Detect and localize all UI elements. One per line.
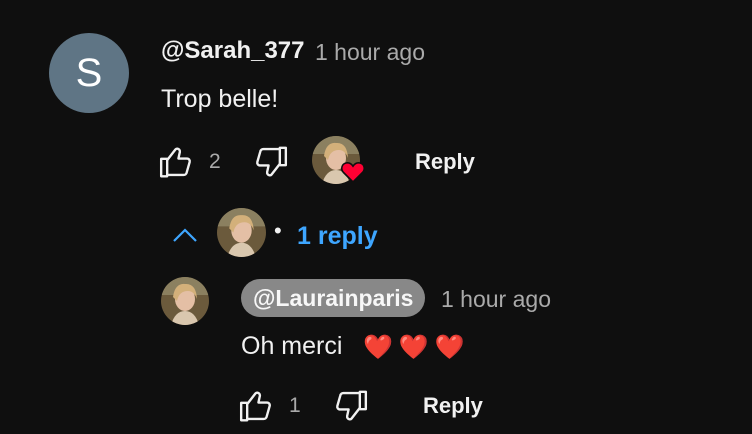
reply-text: Oh merci — [241, 332, 343, 360]
creator-heart — [312, 136, 366, 188]
like-button[interactable] — [158, 143, 196, 181]
chevron-up-icon — [172, 226, 198, 244]
reply-reply-button[interactable]: Reply — [423, 393, 483, 419]
reply-author-badge[interactable]: @Laurainparis — [241, 279, 426, 317]
thumb-down-icon — [256, 146, 288, 177]
reply-dislike-button[interactable] — [331, 387, 369, 425]
dislike-button[interactable] — [251, 143, 289, 181]
reply-like-count: 1 — [289, 394, 301, 417]
thumb-up-icon — [239, 391, 271, 422]
separator-dot: • — [274, 218, 282, 243]
reply-time[interactable]: 1 hour ago — [441, 286, 551, 313]
replies-count-label[interactable]: 1 reply — [297, 222, 378, 251]
reply-button[interactable]: Reply — [415, 149, 475, 175]
commenter-avatar[interactable]: S — [49, 33, 129, 113]
replies-toggle[interactable]: • 1 reply — [166, 208, 398, 262]
comment-time[interactable]: 1 hour ago — [315, 39, 425, 66]
heart-emoji: ❤️ — [398, 334, 435, 361]
reply-hearts: ❤️❤️❤️ — [363, 333, 471, 362]
heart-icon — [340, 160, 366, 184]
replier-avatar-small — [217, 208, 266, 257]
thumb-up-icon — [159, 147, 191, 178]
heart-emoji: ❤️ — [363, 334, 399, 361]
thumb-down-icon — [336, 390, 368, 421]
reply-author-avatar[interactable] — [161, 277, 209, 325]
comment-text: Trop belle! — [161, 85, 279, 113]
like-count: 2 — [209, 150, 221, 173]
heart-emoji: ❤️ — [434, 334, 471, 361]
comment-author[interactable]: @Sarah_377 — [161, 37, 305, 65]
reply-like-button[interactable] — [238, 387, 276, 425]
